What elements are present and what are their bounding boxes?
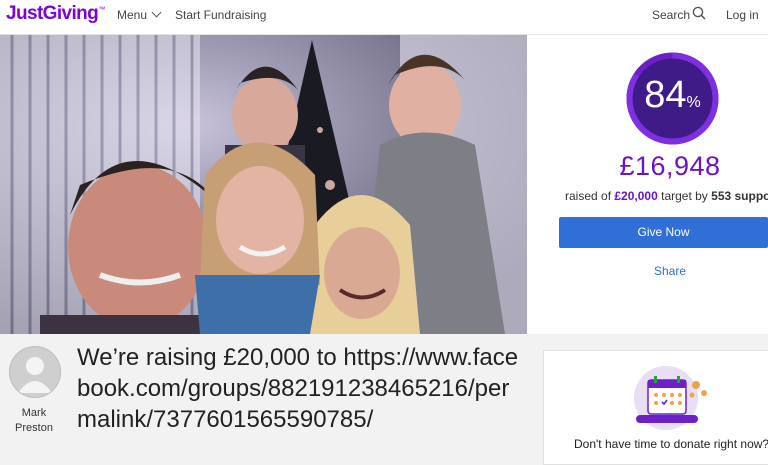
- search-icon[interactable]: [692, 6, 706, 20]
- reminder-card: Don't have time to donate right now?: [543, 350, 768, 465]
- site-header: JustGiving™ Menu Start Fundraising Searc…: [0, 0, 768, 35]
- search-link[interactable]: Search: [652, 8, 690, 22]
- supporter-count: 553 supporters: [711, 189, 768, 203]
- page-owner-name[interactable]: Mark Preston: [4, 406, 64, 436]
- give-now-button[interactable]: Give Now: [559, 217, 768, 248]
- menu-dropdown[interactable]: Menu: [117, 7, 162, 22]
- progress-percent: 84%: [644, 74, 701, 116]
- reminder-prompt: Don't have time to donate right now?: [574, 437, 768, 451]
- chevron-down-icon: [151, 7, 162, 18]
- calendar-reminder-icon: [634, 366, 707, 430]
- target-amount: £20,000: [614, 189, 658, 203]
- donation-panel: 84% £16,948 raised of £20,000 target by …: [527, 35, 768, 334]
- start-fundraising-link[interactable]: Start Fundraising: [175, 8, 266, 22]
- justgiving-logo[interactable]: JustGiving™: [6, 3, 105, 25]
- raised-amount: £16,948: [619, 151, 721, 181]
- page-title: We’re raising £20,000 to https://www.fac…: [77, 344, 519, 433]
- user-silhouette-icon: [18, 357, 52, 393]
- hero-photo: [0, 35, 527, 334]
- raised-summary: raised of £20,000 target by 553 supporte…: [565, 189, 768, 203]
- avatar[interactable]: [9, 346, 61, 398]
- login-link[interactable]: Log in: [726, 8, 759, 22]
- share-link[interactable]: Share: [527, 264, 768, 278]
- page-body: Mark Preston We’re raising £20,000 to ht…: [0, 334, 768, 465]
